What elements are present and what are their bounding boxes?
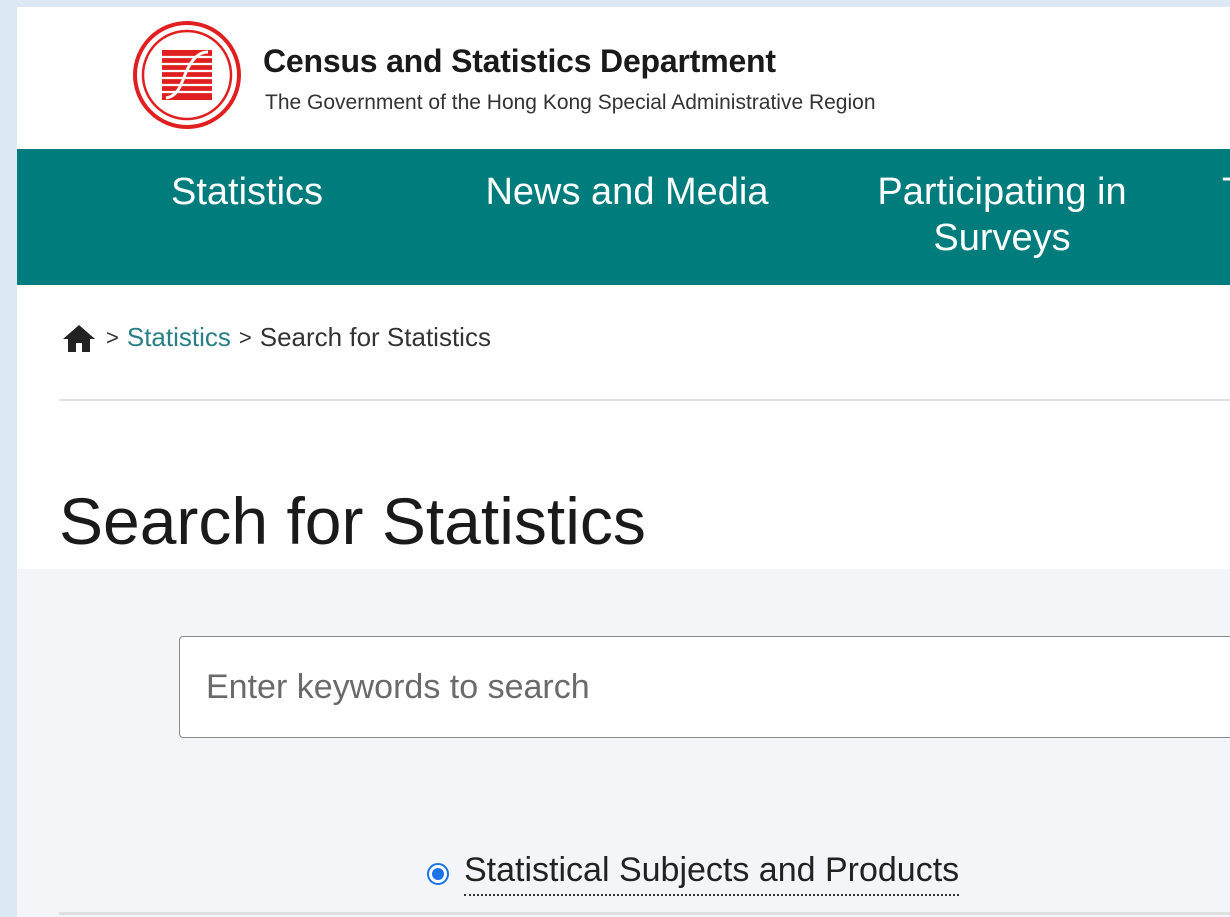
radio-statistical-subjects[interactable] (427, 862, 449, 885)
nav-item-news-and-media[interactable]: News and Media (472, 169, 782, 215)
breadcrumb-link-statistics[interactable]: Statistics (127, 322, 231, 353)
government-name: The Government of the Hong Kong Special … (265, 91, 876, 114)
breadcrumb-separator: > (106, 324, 119, 350)
breadcrumb-current: Search for Statistics (259, 322, 491, 352)
page-title: Search for Statistics (59, 484, 646, 559)
home-icon[interactable] (62, 323, 96, 353)
nav-item-participating-in-surveys[interactable]: Participating in Surveys (857, 169, 1147, 261)
site-header: Census and Statistics Department The Gov… (17, 7, 1230, 149)
department-name[interactable]: Census and Statistics Department (263, 43, 776, 80)
section-divider (59, 912, 1230, 915)
page: Census and Statistics Department The Gov… (17, 7, 1230, 917)
breadcrumb: > Statistics > Search for Statistics (62, 322, 491, 353)
breadcrumb-separator: > (238, 324, 252, 350)
search-section: Statistical Subjects and Products (17, 569, 1230, 917)
radio-label-statistical-subjects[interactable]: Statistical Subjects and Products (464, 851, 960, 896)
main-navigation: Statistics News and Media Participating … (17, 149, 1230, 285)
nav-item-statistics[interactable]: Statistics (147, 169, 347, 215)
search-option-row: Statistical Subjects and Products (427, 851, 960, 896)
nav-item-truncated[interactable]: T (1222, 169, 1230, 215)
csd-logo-icon[interactable] (132, 20, 242, 130)
divider (59, 399, 1230, 401)
search-input[interactable] (179, 636, 1230, 738)
